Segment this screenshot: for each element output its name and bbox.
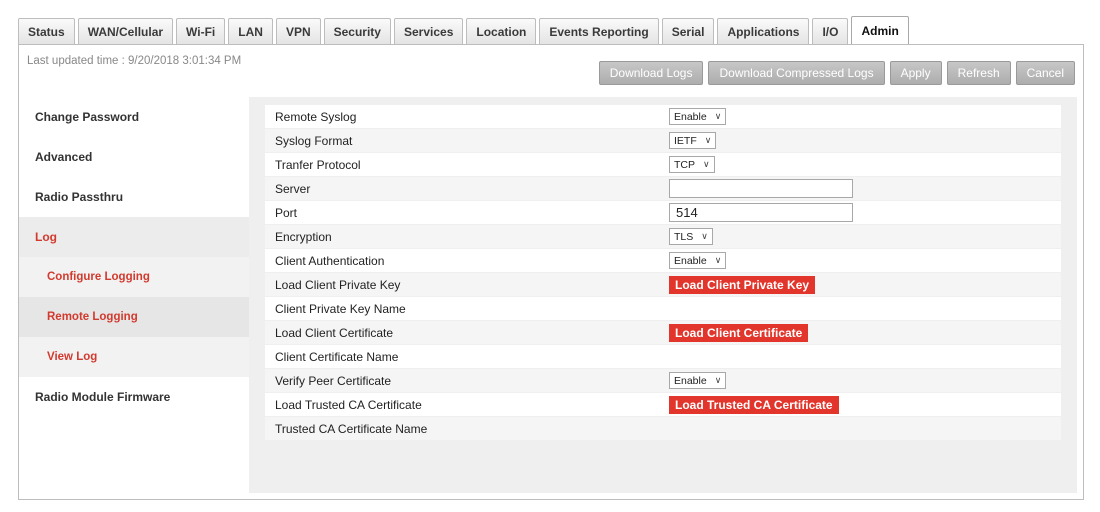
transfer-protocol-label: Tranfer Protocol — [275, 157, 361, 172]
tab-events-reporting[interactable]: Events Reporting — [539, 18, 659, 44]
tab-location[interactable]: Location — [466, 18, 537, 44]
tab-admin[interactable]: Admin — [851, 16, 909, 44]
chevron-down-icon: ∨ — [714, 255, 722, 265]
trusted-ca-certificate-name-label: Trusted CA Certificate Name — [275, 421, 428, 436]
sidebar-item-radio-module-firmware[interactable]: Radio Module Firmware — [19, 377, 249, 417]
port-input[interactable]: 514 — [669, 203, 853, 222]
chevron-down-icon: ∨ — [704, 135, 712, 145]
tab-serial[interactable]: Serial — [661, 18, 715, 44]
main-panel: Last updated time : 9/20/2018 3:01:34 PM… — [18, 44, 1084, 500]
remote-syslog-select[interactable]: Enable ∨ — [669, 108, 727, 125]
load-trusted-ca-certificate-button[interactable]: Load Trusted CA Certificate — [669, 395, 839, 414]
load-trusted-ca-certificate-label: Load Trusted CA Certificate — [275, 397, 422, 412]
form-row-server: Server — [265, 177, 1061, 200]
form-row-encryption: Encryption TLS ∨ — [265, 225, 1061, 248]
sidebar-item-radio-passthru[interactable]: Radio Passthru — [19, 177, 249, 217]
tab-status[interactable]: Status — [18, 18, 75, 44]
client-private-key-name-label: Client Private Key Name — [275, 301, 406, 316]
form-row-load-trusted-ca-certificate: Load Trusted CA Certificate Load Trusted… — [265, 393, 1061, 416]
form-row-transfer-protocol: Tranfer Protocol TCP ∨ — [265, 153, 1061, 176]
remote-logging-form: Remote Syslog Enable ∨ Syslog Format IETF… — [249, 97, 1077, 493]
remote-syslog-label: Remote Syslog — [275, 109, 357, 124]
form-row-verify-peer-certificate: Verify Peer Certificate Enable ∨ — [265, 369, 1061, 392]
load-client-certificate-label: Load Client Certificate — [275, 325, 394, 340]
form-row-client-private-key-name: Client Private Key Name — [265, 297, 1061, 320]
form-row-port: Port 514 — [265, 201, 1061, 224]
tab-io[interactable]: I/O — [812, 18, 849, 44]
download-logs-button[interactable]: Download Logs — [598, 61, 704, 85]
sidebar-item-log[interactable]: Log — [19, 217, 249, 257]
load-client-private-key-button[interactable]: Load Client Private Key — [669, 275, 816, 294]
sidebar-item-advanced[interactable]: Advanced — [19, 137, 249, 177]
form-row-syslog-format: Syslog Format IETF ∨ — [265, 129, 1061, 152]
chevron-down-icon: ∨ — [701, 231, 708, 241]
tab-wan-cellular[interactable]: WAN/Cellular — [77, 18, 174, 44]
form-row-remote-syslog: Remote Syslog Enable ∨ — [265, 105, 1061, 128]
port-label: Port — [275, 205, 298, 220]
sidebar-item-change-password[interactable]: Change Password — [19, 97, 249, 137]
refresh-button[interactable]: Refresh — [946, 61, 1011, 85]
action-toolbar: Download Logs Download Compressed Logs A… — [598, 61, 1075, 85]
syslog-format-label: Syslog Format — [275, 133, 353, 148]
server-label: Server — [275, 181, 311, 196]
encryption-label: Encryption — [275, 229, 332, 244]
form-row-client-authentication: Client Authentication Enable ∨ — [265, 249, 1061, 272]
chevron-down-icon: ∨ — [714, 375, 722, 385]
verify-peer-certificate-label: Verify Peer Certificate — [275, 373, 392, 388]
tab-security[interactable]: Security — [323, 18, 391, 44]
sidebar-subitem-view-log[interactable]: View Log — [19, 337, 249, 377]
apply-button[interactable]: Apply — [889, 61, 942, 85]
tab-services[interactable]: Services — [393, 18, 464, 44]
tab-applications[interactable]: Applications — [717, 18, 810, 44]
form-row-load-client-private-key: Load Client Private Key Load Client Priv… — [265, 273, 1061, 296]
sidebar: Change Password Advanced Radio Passthru … — [19, 97, 249, 417]
encryption-select[interactable]: TLS ∨ — [669, 228, 713, 245]
last-updated-text: Last updated time : 9/20/2018 3:01:34 PM — [27, 55, 242, 67]
tab-lan[interactable]: LAN — [228, 18, 273, 44]
sidebar-subitem-remote-logging[interactable]: Remote Logging — [19, 297, 249, 337]
server-input[interactable] — [669, 179, 853, 198]
download-compressed-logs-button[interactable]: Download Compressed Logs — [708, 61, 885, 85]
client-authentication-label: Client Authentication — [275, 253, 385, 268]
tab-vpn[interactable]: VPN — [275, 18, 321, 44]
tab-wifi[interactable]: Wi-Fi — [176, 18, 226, 44]
form-row-load-client-certificate: Load Client Certificate Load Client Cert… — [265, 321, 1061, 344]
load-client-certificate-button[interactable]: Load Client Certificate — [669, 323, 809, 342]
chevron-down-icon: ∨ — [714, 111, 722, 121]
client-certificate-name-label: Client Certificate Name — [275, 349, 399, 364]
top-tab-bar: Status WAN/Cellular Wi-Fi LAN VPN Securi… — [18, 16, 909, 44]
cancel-button[interactable]: Cancel — [1015, 61, 1075, 85]
form-row-client-certificate-name: Client Certificate Name — [265, 345, 1061, 368]
client-authentication-select[interactable]: Enable ∨ — [669, 252, 727, 269]
syslog-format-select[interactable]: IETF ∨ — [669, 132, 717, 149]
load-client-private-key-label: Load Client Private Key — [275, 277, 401, 292]
transfer-protocol-select[interactable]: TCP ∨ — [669, 156, 715, 173]
form-row-trusted-ca-certificate-name: Trusted CA Certificate Name — [265, 417, 1061, 440]
chevron-down-icon: ∨ — [703, 159, 710, 169]
sidebar-subitem-configure-logging[interactable]: Configure Logging — [19, 257, 249, 297]
verify-peer-certificate-select[interactable]: Enable ∨ — [669, 372, 727, 389]
